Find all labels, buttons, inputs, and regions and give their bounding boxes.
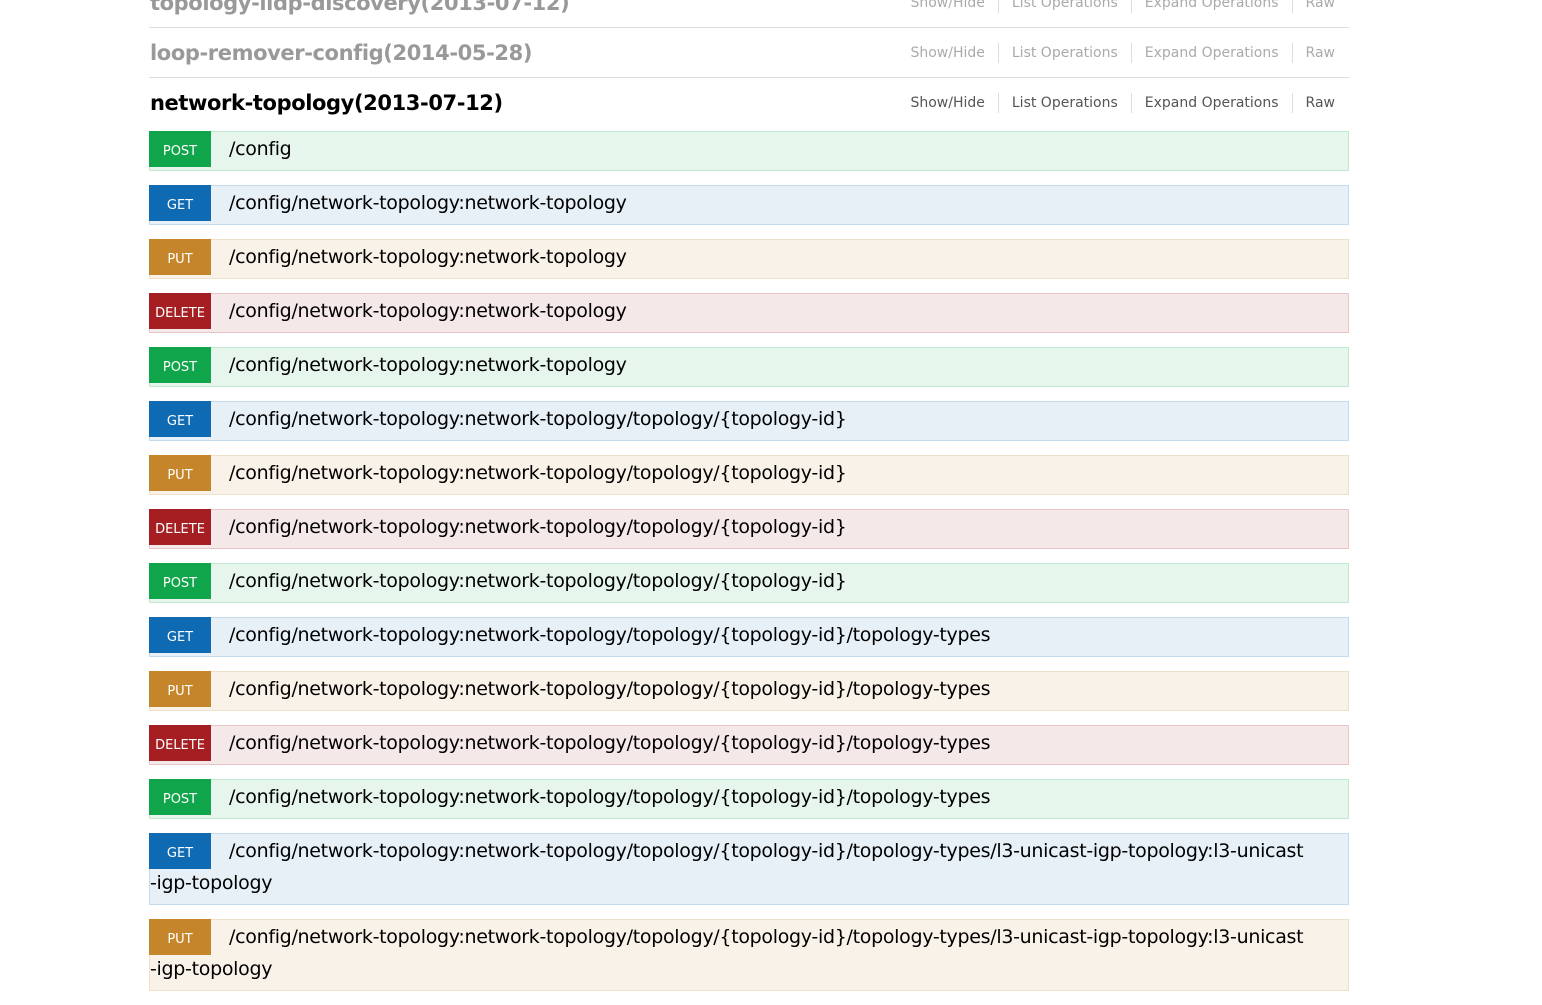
operation-path[interactable]: /config/network-topology:network-topolog… [229, 300, 627, 322]
operation-path[interactable]: /config/network-topology:network-topolog… [150, 840, 1304, 894]
divider [997, 0, 999, 13]
http-method-badge: PUT [149, 239, 211, 275]
operation-path[interactable]: /config [229, 138, 292, 160]
divider [997, 42, 999, 63]
http-method-badge: POST [149, 779, 211, 815]
resource-title[interactable]: network-topology(2013-07-12) [150, 91, 503, 115]
raw-link[interactable]: Raw [1306, 95, 1335, 111]
operation-row[interactable]: PUT/config/network-topology:network-topo… [149, 455, 1349, 495]
operation-row[interactable]: DELETE/config/network-topology:network-t… [149, 725, 1349, 765]
http-method-badge: GET [149, 617, 211, 653]
show-hide-link[interactable]: Show/Hide [910, 45, 984, 61]
http-method-badge: DELETE [149, 509, 211, 545]
resource-header-topology-lldp-discovery: topology-lldp-discovery(2013-07-12) Show… [149, 0, 1349, 28]
operation-path[interactable]: /config/network-topology:network-topolog… [229, 192, 627, 214]
divider [997, 93, 999, 113]
operation-row[interactable]: POST/config/network-topology:network-top… [149, 347, 1349, 387]
operation-path[interactable]: /config/network-topology:network-topolog… [229, 354, 627, 376]
http-method-badge: PUT [149, 919, 211, 955]
operation-path[interactable]: /config/network-topology:network-topolog… [229, 624, 991, 646]
operation-row[interactable]: GET/config/network-topology:network-topo… [149, 401, 1349, 441]
resource-options: Show/Hide List Operations Expand Operati… [910, 42, 1335, 63]
operation-row[interactable]: PUT/config/network-topology:network-topo… [149, 239, 1349, 279]
http-method-badge: POST [149, 347, 211, 383]
operation-row[interactable]: POST/config [149, 131, 1349, 171]
operation-path[interactable]: /config/network-topology:network-topolog… [229, 408, 847, 430]
operation-path[interactable]: /config/network-topology:network-topolog… [229, 570, 847, 592]
http-method-badge: DELETE [149, 293, 211, 329]
operation-path[interactable]: /config/network-topology:network-topolog… [229, 462, 847, 484]
raw-link[interactable]: Raw [1306, 45, 1335, 61]
http-method-badge: PUT [149, 671, 211, 707]
api-resource-list: topology-lldp-discovery(2013-07-12) Show… [149, 0, 1349, 1005]
operation-row[interactable]: POST/config/network-topology:network-top… [149, 779, 1349, 819]
http-method-badge: PUT [149, 455, 211, 491]
http-method-badge: DELETE [149, 725, 211, 761]
divider [1291, 0, 1293, 13]
divider [1130, 42, 1132, 63]
resource-options: Show/Hide List Operations Expand Operati… [910, 0, 1335, 13]
show-hide-link[interactable]: Show/Hide [910, 95, 984, 111]
http-method-badge: POST [149, 563, 211, 599]
operation-path[interactable]: /config/network-topology:network-topolog… [229, 678, 991, 700]
divider [1130, 0, 1132, 13]
http-method-badge: GET [149, 185, 211, 221]
resource-title[interactable]: topology-lldp-discovery(2013-07-12) [150, 0, 570, 15]
list-operations-link[interactable]: List Operations [1012, 0, 1118, 11]
divider [1130, 93, 1132, 113]
resource-options: Show/Hide List Operations Expand Operati… [910, 93, 1335, 113]
operation-row[interactable]: DELETE/config/network-topology:network-t… [149, 293, 1349, 333]
operation-path[interactable]: /config/network-topology:network-topolog… [229, 246, 627, 268]
expand-operations-link[interactable]: Expand Operations [1145, 95, 1279, 111]
list-operations-link[interactable]: List Operations [1012, 45, 1118, 61]
operation-row[interactable]: PUT/config/network-topology:network-topo… [149, 671, 1349, 711]
operation-path[interactable]: /config/network-topology:network-topolog… [229, 786, 991, 808]
http-method-badge: GET [149, 833, 211, 869]
raw-link[interactable]: Raw [1306, 0, 1335, 11]
http-method-badge: GET [149, 401, 211, 437]
operation-row[interactable]: PUT/config/network-topology:network-topo… [149, 919, 1349, 991]
resource-title[interactable]: loop-remover-config(2014-05-28) [150, 41, 532, 65]
operation-row[interactable]: GET/config/network-topology:network-topo… [149, 617, 1349, 657]
divider [1291, 42, 1293, 63]
expand-operations-link[interactable]: Expand Operations [1145, 45, 1279, 61]
resource-header-loop-remover-config: loop-remover-config(2014-05-28) Show/Hid… [149, 28, 1349, 78]
operation-path[interactable]: /config/network-topology:network-topolog… [229, 732, 991, 754]
operations-list: POST/config GET/config/network-topology:… [149, 131, 1349, 991]
operation-path[interactable]: /config/network-topology:network-topolog… [229, 516, 847, 538]
operation-row[interactable]: GET/config/network-topology:network-topo… [149, 833, 1349, 905]
resource-header-network-topology: network-topology(2013-07-12) Show/Hide L… [149, 78, 1349, 128]
operation-row[interactable]: GET/config/network-topology:network-topo… [149, 185, 1349, 225]
show-hide-link[interactable]: Show/Hide [910, 0, 984, 11]
expand-operations-link[interactable]: Expand Operations [1145, 0, 1279, 11]
http-method-badge: POST [149, 131, 211, 167]
divider [1291, 93, 1293, 113]
operation-row[interactable]: POST/config/network-topology:network-top… [149, 563, 1349, 603]
list-operations-link[interactable]: List Operations [1012, 95, 1118, 111]
operation-path[interactable]: /config/network-topology:network-topolog… [150, 926, 1304, 980]
operation-row[interactable]: DELETE/config/network-topology:network-t… [149, 509, 1349, 549]
